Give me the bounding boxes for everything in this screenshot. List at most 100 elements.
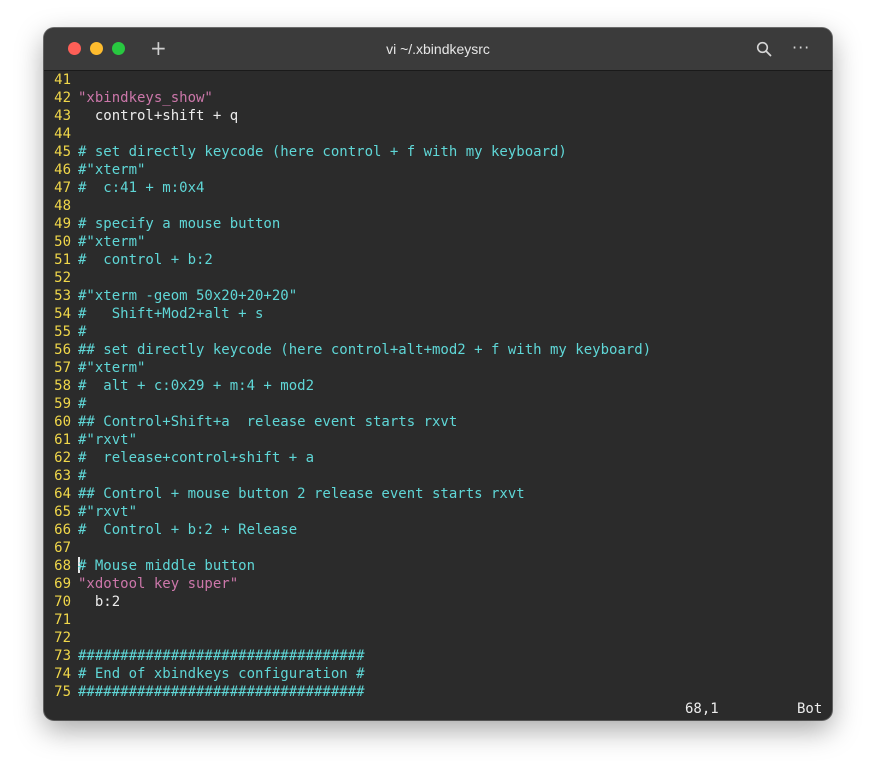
- line-number: 51: [54, 252, 71, 268]
- editor-line[interactable]: 68 # Mouse middle button: [44, 557, 832, 575]
- line-number: 73: [54, 648, 71, 664]
- editor-line[interactable]: 49 # specify a mouse button: [44, 215, 832, 233]
- editor-line[interactable]: 75 ##################################: [44, 683, 832, 701]
- editor-line[interactable]: 55 #: [44, 323, 832, 341]
- editor-line[interactable]: 67: [44, 539, 832, 557]
- line-content: # Control + b:2 + Release: [78, 522, 298, 538]
- editor-line[interactable]: 45 # set directly keycode (here control +…: [44, 143, 832, 161]
- line-number: 56: [54, 342, 71, 358]
- line-number: 41: [54, 72, 71, 88]
- line-number: 49: [54, 216, 71, 232]
- line-number: 47: [54, 180, 71, 196]
- line-number: 63: [54, 468, 71, 484]
- editor-line[interactable]: 51 # control + b:2: [44, 251, 832, 269]
- editor-line[interactable]: 47 # c:41 + m:0x4: [44, 179, 832, 197]
- terminal-window: + vi ~/.xbindkeysrc ··· 41 42 "xbindkeys_s…: [44, 28, 832, 720]
- editor-line[interactable]: 57 #"xterm": [44, 359, 832, 377]
- more-icon[interactable]: ···: [792, 40, 810, 56]
- line-number: 75: [54, 684, 71, 700]
- editor-line[interactable]: 58 # alt + c:0x29 + m:4 + mod2: [44, 377, 832, 395]
- line-content: # release+control+shift + a: [78, 450, 315, 466]
- line-number: 64: [54, 486, 71, 502]
- line-number: 43: [54, 108, 71, 124]
- line-number: 59: [54, 396, 71, 412]
- editor-line[interactable]: 71: [44, 611, 832, 629]
- editor-line[interactable]: 56 ## set directly keycode (here control+…: [44, 341, 832, 359]
- line-content: ## Control+Shift+a release event starts …: [78, 414, 458, 430]
- status-line: 68,1 Bot: [44, 700, 832, 718]
- editor-line[interactable]: 41: [44, 71, 832, 89]
- search-icon[interactable]: [756, 41, 772, 57]
- line-number: 68: [54, 558, 71, 574]
- window-title: vi ~/.xbindkeysrc: [386, 41, 490, 57]
- editor-line[interactable]: 52: [44, 269, 832, 287]
- line-number: 46: [54, 162, 71, 178]
- line-content: #"rxvt": [78, 432, 138, 448]
- line-content: # alt + c:0x29 + m:4 + mod2: [78, 378, 315, 394]
- line-content: #"xterm -geom 50x20+20+20": [78, 288, 298, 304]
- cursor-position: 68,1: [685, 701, 719, 717]
- line-number: 45: [54, 144, 71, 160]
- line-content: #: [78, 324, 87, 340]
- editor-line[interactable]: 65 #"rxvt": [44, 503, 832, 521]
- line-number: 55: [54, 324, 71, 340]
- editor-line[interactable]: 73 ##################################: [44, 647, 832, 665]
- line-content: control+shift + q: [78, 108, 239, 124]
- line-content: # End of xbindkeys configuration #: [78, 666, 365, 682]
- editor-line[interactable]: 43 control+shift + q: [44, 107, 832, 125]
- editor-line[interactable]: 46 #"xterm": [44, 161, 832, 179]
- editor-buffer[interactable]: 41 42 "xbindkeys_show" 43 control+shift + q…: [44, 71, 832, 701]
- title-bar[interactable]: + vi ~/.xbindkeysrc ···: [44, 28, 832, 71]
- line-number: 74: [54, 666, 71, 682]
- line-number: 66: [54, 522, 71, 538]
- line-content: ## set directly keycode (here control+al…: [78, 342, 652, 358]
- line-number: 58: [54, 378, 71, 394]
- editor-line[interactable]: 54 # Shift+Mod2+alt + s: [44, 305, 832, 323]
- line-number: 48: [54, 198, 71, 214]
- line-number: 65: [54, 504, 71, 520]
- line-text: # Mouse middle button: [78, 558, 256, 574]
- line-number: 44: [54, 126, 71, 142]
- line-content: # set directly keycode (here control + f…: [78, 144, 567, 160]
- line-number: 53: [54, 288, 71, 304]
- line-content: #"xterm": [78, 162, 146, 178]
- line-content: b:2: [78, 594, 121, 610]
- editor-line[interactable]: 61 #"rxvt": [44, 431, 832, 449]
- line-content: # c:41 + m:0x4: [78, 180, 205, 196]
- editor-line[interactable]: 48: [44, 197, 832, 215]
- editor-line[interactable]: 69 "xdotool key super": [44, 575, 832, 593]
- editor-line[interactable]: 42 "xbindkeys_show": [44, 89, 832, 107]
- line-content: # specify a mouse button: [78, 216, 281, 232]
- editor-line[interactable]: 74 # End of xbindkeys configuration #: [44, 665, 832, 683]
- editor-line[interactable]: 50 #"xterm": [44, 233, 832, 251]
- line-number: 60: [54, 414, 71, 430]
- editor-line[interactable]: 60 ## Control+Shift+a release event start…: [44, 413, 832, 431]
- editor-line[interactable]: 63 #: [44, 467, 832, 485]
- editor-line[interactable]: 62 # release+control+shift + a: [44, 449, 832, 467]
- line-content: #"rxvt": [78, 504, 138, 520]
- line-number: 67: [54, 540, 71, 556]
- editor-line[interactable]: 64 ## Control + mouse button 2 release ev…: [44, 485, 832, 503]
- line-number: 52: [54, 270, 71, 286]
- line-number: 72: [54, 630, 71, 646]
- scroll-indicator: Bot: [797, 701, 823, 717]
- line-content: "xdotool key super": [78, 576, 239, 592]
- editor-line[interactable]: 70 b:2: [44, 593, 832, 611]
- line-number: 71: [54, 612, 71, 628]
- line-content: # Shift+Mod2+alt + s: [78, 306, 264, 322]
- line-content: #: [78, 396, 87, 412]
- editor-line[interactable]: 44: [44, 125, 832, 143]
- line-content: # control + b:2: [78, 252, 213, 268]
- editor-line[interactable]: 66 # Control + b:2 + Release: [44, 521, 832, 539]
- line-number: 50: [54, 234, 71, 250]
- editor-line[interactable]: 59 #: [44, 395, 832, 413]
- line-content: # Mouse middle button: [78, 557, 255, 575]
- line-content: ## Control + mouse button 2 release even…: [78, 486, 525, 502]
- line-number: 57: [54, 360, 71, 376]
- editor-line[interactable]: 72: [44, 629, 832, 647]
- editor-line[interactable]: 53 #"xterm -geom 50x20+20+20": [44, 287, 832, 305]
- line-number: 42: [54, 90, 71, 106]
- line-number: 69: [54, 576, 71, 592]
- line-content: #"xterm": [78, 360, 146, 376]
- line-number: 61: [54, 432, 71, 448]
